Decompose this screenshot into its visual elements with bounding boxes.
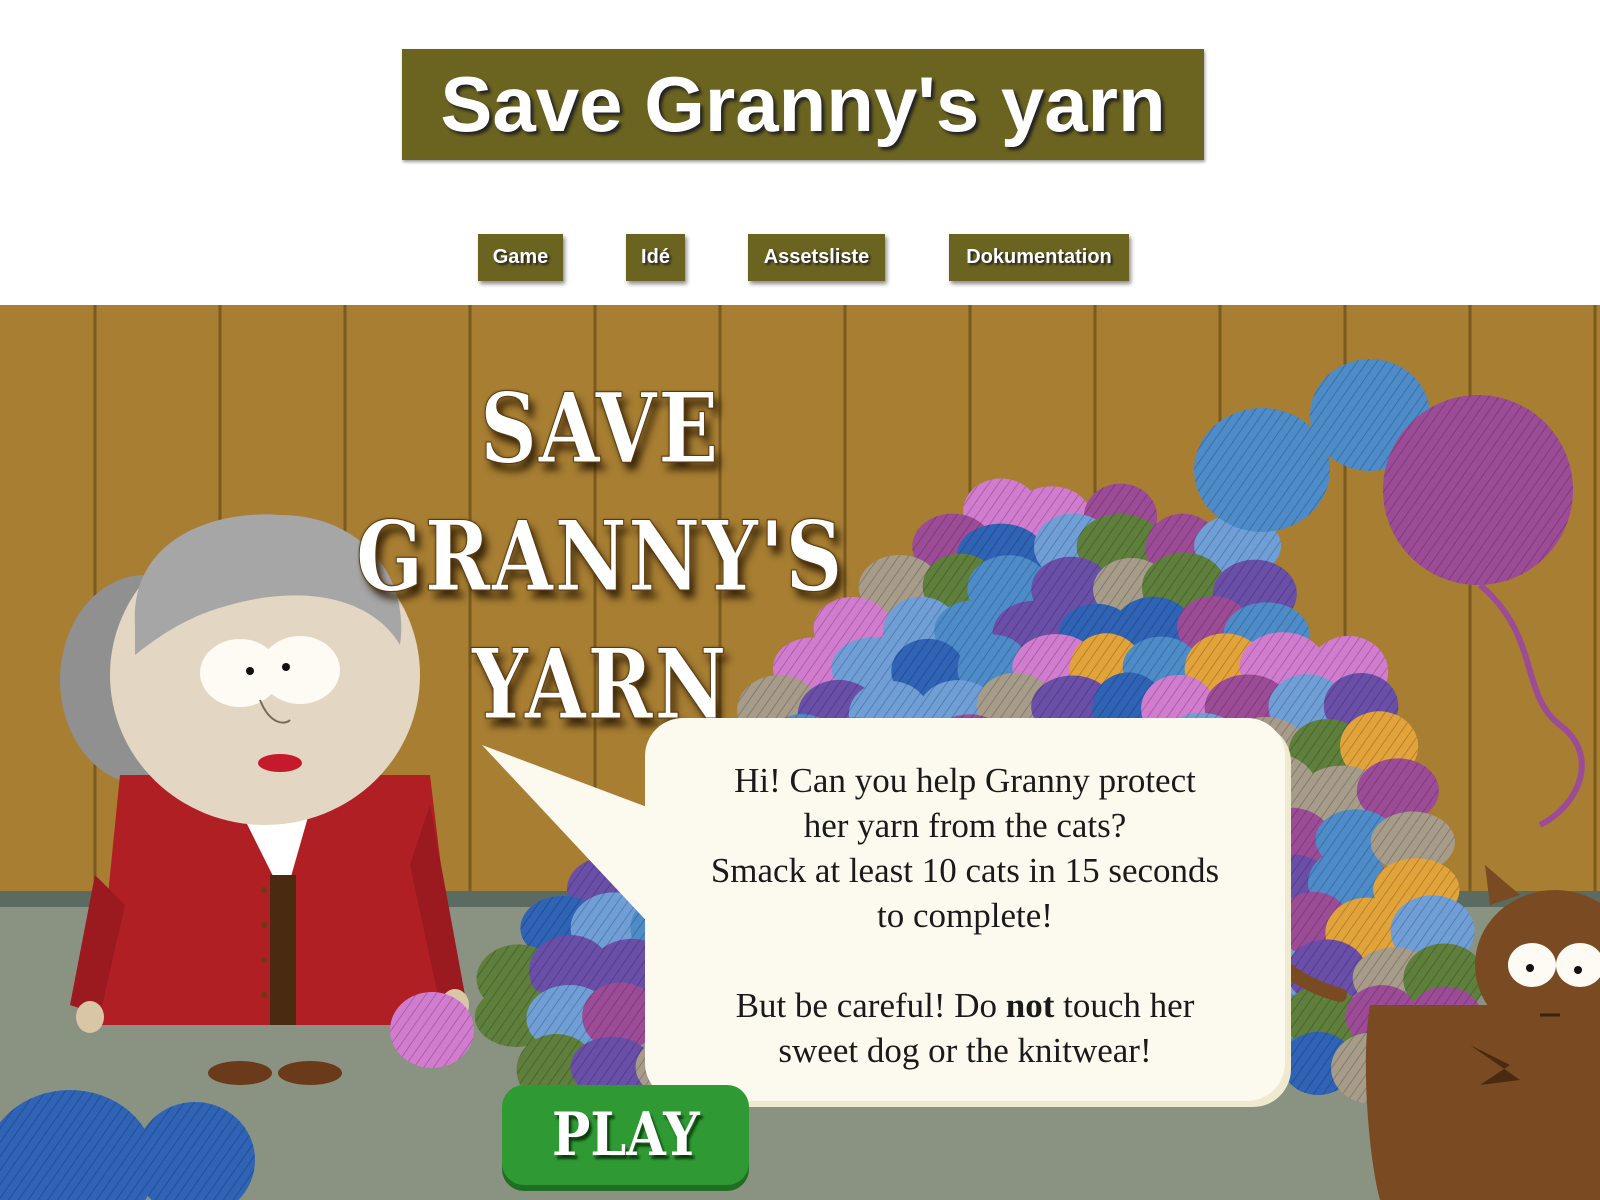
speech-fragment: touch her [1054, 986, 1195, 1025]
nav-idea-button[interactable]: Idé [626, 234, 685, 281]
nav-assets-button[interactable]: Assetsliste [748, 234, 885, 281]
game-title-line1: SAVE GRANNY'S [356, 372, 844, 614]
nav-game-button[interactable]: Game [478, 234, 563, 281]
nav-documentation-button[interactable]: Dokumentation [949, 234, 1129, 281]
speech-line: sweet dog or the knitwear! [778, 1031, 1152, 1070]
play-button[interactable]: PLAY [502, 1085, 749, 1185]
play-label: PLAY [551, 1100, 700, 1170]
speech-warning: But be careful! Do not touch her [645, 983, 1285, 1028]
speech-text: Hi! Can you help Granny protect her yarn… [645, 758, 1285, 1073]
game-title: SAVE GRANNY'S YARN [297, 365, 904, 749]
speech-bubble: Hi! Can you help Granny protect her yarn… [645, 718, 1285, 1101]
site-title: Save Granny's yarn [402, 49, 1204, 160]
speech-emphasis: not [1005, 986, 1055, 1025]
game-stage[interactable]: SAVE GRANNY'S YARN Hi! Can you help Gran… [0, 305, 1600, 1200]
speech-line: to complete! [877, 896, 1053, 935]
speech-line: her yarn from the cats? [803, 806, 1127, 845]
speech-line: Smack at least 10 cats in 15 seconds [710, 851, 1220, 890]
speech-line: Hi! Can you help Granny protect [734, 761, 1196, 800]
speech-fragment: But be careful! Do [735, 986, 1006, 1025]
site-header: Save Granny's yarn Game Idé Assetsliste … [0, 0, 1600, 305]
